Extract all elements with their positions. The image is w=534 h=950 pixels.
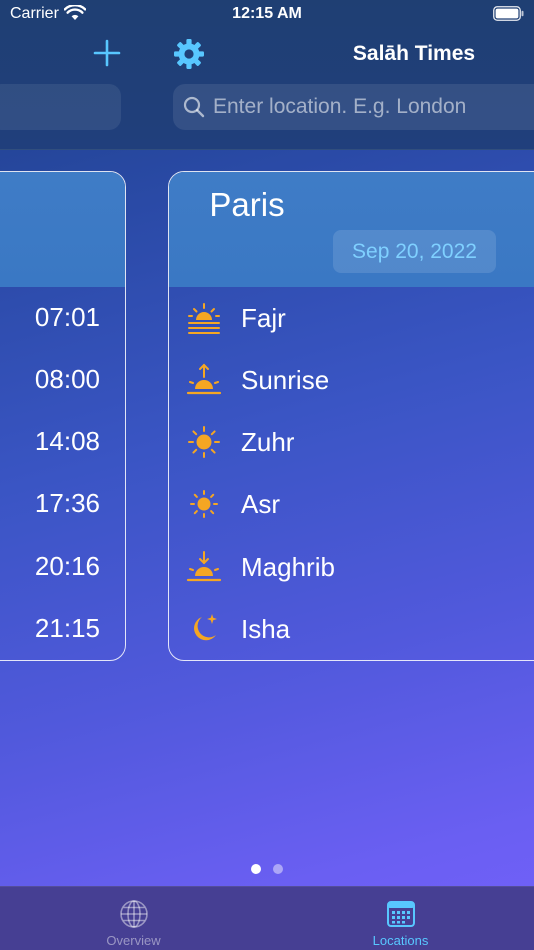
status-bar: Carrier 12:15 AM bbox=[0, 0, 534, 30]
add-location-button[interactable] bbox=[92, 38, 122, 68]
prayer-row-isha: Isha bbox=[186, 611, 290, 647]
tab-bar: Overview Locations bbox=[0, 886, 534, 950]
calendar-icon bbox=[387, 901, 415, 927]
tab-label: Overview bbox=[106, 933, 161, 948]
tab-locations[interactable]: Locations bbox=[267, 887, 534, 950]
date-badge[interactable]: Sep 20, 2022 bbox=[333, 230, 496, 273]
prayer-row-fajr: Fajr bbox=[186, 300, 286, 336]
prayer-name: Sunrise bbox=[241, 364, 330, 395]
prayer-time-fajr: 07:01 bbox=[34, 302, 100, 332]
isha-moon-icon bbox=[186, 611, 222, 647]
maghrib-sunset-icon bbox=[186, 549, 222, 585]
adjacent-search-field[interactable] bbox=[0, 84, 121, 130]
search-icon bbox=[183, 96, 205, 118]
page-dot-1[interactable] bbox=[251, 864, 261, 874]
prayer-time-sunrise: 08:00 bbox=[34, 364, 100, 394]
prayer-row-sunrise: Sunrise bbox=[186, 362, 329, 398]
zuhr-sun-icon bbox=[186, 424, 222, 460]
prayer-time-asr: 17:36 bbox=[34, 488, 100, 518]
prayer-time-zuhr: 14:08 bbox=[34, 426, 100, 456]
tab-label: Locations bbox=[372, 933, 429, 948]
tab-overview[interactable]: Overview bbox=[0, 887, 267, 950]
status-time: 12:15 AM bbox=[232, 5, 302, 22]
fajr-icon bbox=[186, 300, 222, 336]
prayer-time-maghrib: 20:16 bbox=[34, 551, 100, 581]
globe-icon bbox=[120, 900, 148, 928]
prayer-row-zuhr: Zuhr bbox=[186, 424, 294, 460]
header: Carrier 12:15 AM Salāh Times Enter locat… bbox=[0, 0, 534, 150]
prayer-name: Maghrib bbox=[241, 551, 335, 582]
prayer-row-asr: Asr bbox=[186, 486, 280, 522]
prayer-name: Isha bbox=[241, 613, 291, 644]
app-title: Salāh Times bbox=[352, 42, 476, 65]
prayer-name: Zuhr bbox=[241, 426, 295, 457]
search-input[interactable] bbox=[213, 95, 534, 119]
location-search-field[interactable] bbox=[173, 84, 534, 130]
asr-sun-icon bbox=[186, 486, 222, 522]
page-dot-2[interactable] bbox=[273, 864, 283, 874]
prayer-name: Fajr bbox=[241, 302, 286, 333]
city-name: Paris bbox=[209, 186, 285, 223]
previous-location-card[interactable] bbox=[0, 171, 126, 661]
settings-gear-button[interactable] bbox=[173, 38, 205, 70]
prayer-time-isha: 21:15 bbox=[34, 613, 100, 643]
prayer-row-maghrib: Maghrib bbox=[186, 549, 335, 585]
prayer-name: Asr bbox=[241, 488, 280, 519]
page-indicator[interactable] bbox=[0, 864, 534, 874]
sunrise-icon bbox=[186, 362, 222, 398]
battery-icon bbox=[493, 6, 524, 21]
